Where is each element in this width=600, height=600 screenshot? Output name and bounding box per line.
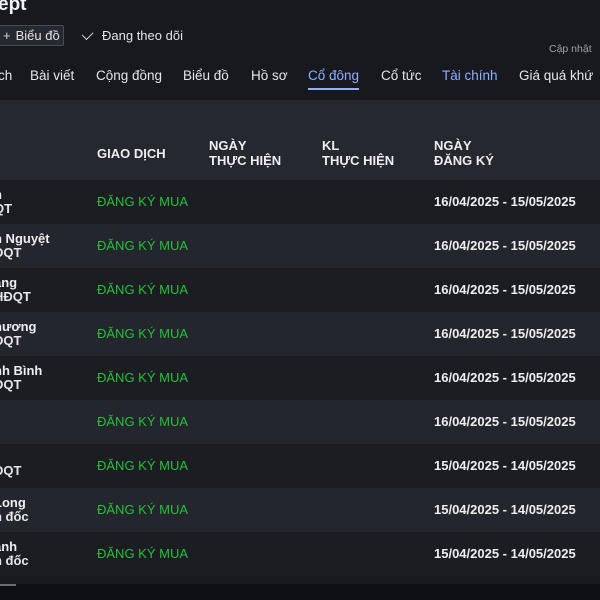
- table-row[interactable]: ĐĂNG KÝ MUA 16/04/2025 - 15/05/2025: [0, 400, 600, 444]
- table-row[interactable]: nh Bình ĐQT ĐĂNG KÝ MUA 16/04/2025 - 15/…: [0, 356, 600, 400]
- registration-date: 16/04/2025 - 15/05/2025: [434, 414, 576, 429]
- registration-date: 15/04/2025 - 14/05/2025: [434, 546, 576, 561]
- transaction-type: ĐĂNG KÝ MUA: [97, 238, 189, 253]
- transaction-type: ĐĂNG KÝ MUA: [97, 502, 189, 517]
- header-transaction: GIAO DỊCH: [97, 146, 166, 161]
- transaction-type: ĐĂNG KÝ MUA: [97, 194, 189, 209]
- registration-date: 16/04/2025 - 15/05/2025: [434, 370, 576, 385]
- tab-chart[interactable]: Biểu đồ: [183, 68, 229, 88]
- insider-trading-table: GIAO DỊCH NGÀY THỰC HIỆN KL THỰC HIỆN NG…: [0, 100, 600, 576]
- table-row[interactable]: ĐQT ĐĂNG KÝ MUA 15/04/2025 - 14/05/2025: [0, 444, 600, 488]
- follow-button-label: Đang theo dõi: [102, 28, 183, 43]
- person-name[interactable]: n: [0, 188, 12, 202]
- header-exec-date: NGÀY THỰC HIỆN: [209, 138, 281, 168]
- header-exec-volume-line1: KL: [322, 138, 340, 153]
- person-role: ĐQT: [0, 333, 22, 348]
- page: ept + Biểu đồ Đang theo dõi Cập nhật ch …: [0, 0, 600, 600]
- table-row[interactable]: n Nguyệt ĐQT ĐĂNG KÝ MUA 16/04/2025 - 15…: [0, 224, 600, 268]
- transaction-type: ĐĂNG KÝ MUA: [97, 546, 189, 561]
- person-name[interactable]: n Nguyệt: [0, 232, 50, 246]
- person-cell: anh n đốc: [0, 540, 29, 568]
- follow-button[interactable]: Đang theo dõi: [81, 28, 183, 43]
- tab-bar: ch Bài viết Cộng đồng Biểu đồ Hồ sơ Cổ đ…: [0, 66, 600, 94]
- transaction-type: ĐĂNG KÝ MUA: [97, 414, 189, 429]
- person-name[interactable]: anh: [0, 540, 29, 554]
- registration-date: 16/04/2025 - 15/05/2025: [434, 194, 576, 209]
- registration-date: 16/04/2025 - 15/05/2025: [434, 282, 576, 297]
- table-header: GIAO DỊCH NGÀY THỰC HIỆN KL THỰC HIỆN NG…: [0, 100, 600, 180]
- person-name[interactable]: ang: [0, 276, 31, 290]
- registration-date: 15/04/2025 - 14/05/2025: [434, 502, 576, 517]
- person-role: QT: [0, 201, 13, 216]
- table-row[interactable]: hương ĐQT ĐĂNG KÝ MUA 16/04/2025 - 15/05…: [0, 312, 600, 356]
- person-name[interactable]: nh Bình: [0, 364, 42, 378]
- registration-date: 15/04/2025 - 14/05/2025: [434, 458, 576, 473]
- table-row[interactable]: anh n đốc ĐĂNG KÝ MUA 15/04/2025 - 14/05…: [0, 532, 600, 576]
- header-exec-date-line2: THỰC HIỆN: [209, 153, 282, 168]
- person-role: n đốc: [0, 509, 29, 524]
- person-cell: hương ĐQT: [0, 320, 36, 348]
- person-role: ĐQT: [0, 377, 22, 392]
- tab-partial[interactable]: ch: [0, 68, 12, 88]
- person-role: HĐQT: [0, 289, 31, 304]
- person-name[interactable]: hương: [0, 320, 36, 334]
- table-body: n QT ĐĂNG KÝ MUA 16/04/2025 - 15/05/2025…: [0, 180, 600, 576]
- tab-profile[interactable]: Hồ sơ: [251, 68, 288, 88]
- header-exec-volume-line2: THỰC HIỆN: [322, 153, 395, 168]
- transaction-type: ĐĂNG KÝ MUA: [97, 458, 189, 473]
- tab-dividends[interactable]: Cổ tức: [381, 68, 422, 88]
- person-cell: Long n đốc: [0, 496, 29, 524]
- header-reg-date: NGÀY ĐĂNG KÝ: [434, 138, 494, 168]
- tab-financials[interactable]: Tài chính: [442, 68, 498, 88]
- transaction-type: ĐĂNG KÝ MUA: [97, 326, 189, 341]
- tab-community[interactable]: Cộng đồng: [96, 68, 162, 88]
- person-role: n đốc: [0, 553, 29, 568]
- person-cell: nh Bình ĐQT: [0, 364, 42, 392]
- plus-icon: +: [3, 28, 11, 43]
- chart-button-label: Biểu đồ: [15, 28, 60, 43]
- stock-title: ept: [0, 0, 27, 15]
- tab-price-history[interactable]: Giá quá khứ: [519, 68, 593, 88]
- tab-shareholders[interactable]: Cổ đông: [308, 68, 360, 90]
- update-label: Cập nhật: [549, 43, 592, 55]
- chart-button[interactable]: + Biểu đồ: [0, 25, 64, 46]
- tab-posts[interactable]: Bài viết: [30, 68, 74, 88]
- cut-off-row-fragment: [0, 584, 16, 586]
- person-cell: n QT: [0, 188, 12, 216]
- person-cell: n Nguyệt ĐQT: [0, 232, 50, 260]
- person-name[interactable]: Long: [0, 496, 29, 510]
- table-row[interactable]: ang HĐQT ĐĂNG KÝ MUA 16/04/2025 - 15/05/…: [0, 268, 600, 312]
- person-cell: ang HĐQT: [0, 276, 31, 304]
- check-icon: [81, 28, 94, 41]
- header-exec-volume: KL THỰC HIỆN: [322, 138, 394, 168]
- person-role: ĐQT: [0, 463, 22, 478]
- person-role: ĐQT: [0, 245, 22, 260]
- table-row[interactable]: n QT ĐĂNG KÝ MUA 16/04/2025 - 15/05/2025: [0, 180, 600, 224]
- bottom-scroll-edge: [0, 584, 600, 600]
- registration-date: 16/04/2025 - 15/05/2025: [434, 238, 576, 253]
- transaction-type: ĐĂNG KÝ MUA: [97, 282, 189, 297]
- person-cell: ĐQT: [0, 464, 21, 478]
- registration-date: 16/04/2025 - 15/05/2025: [434, 326, 576, 341]
- header-reg-date-line1: NGÀY: [434, 138, 472, 153]
- transaction-type: ĐĂNG KÝ MUA: [97, 370, 189, 385]
- table-row[interactable]: Long n đốc ĐĂNG KÝ MUA 15/04/2025 - 14/0…: [0, 488, 600, 532]
- header-exec-date-line1: NGÀY: [209, 138, 247, 153]
- header-reg-date-line2: ĐĂNG KÝ: [434, 153, 494, 168]
